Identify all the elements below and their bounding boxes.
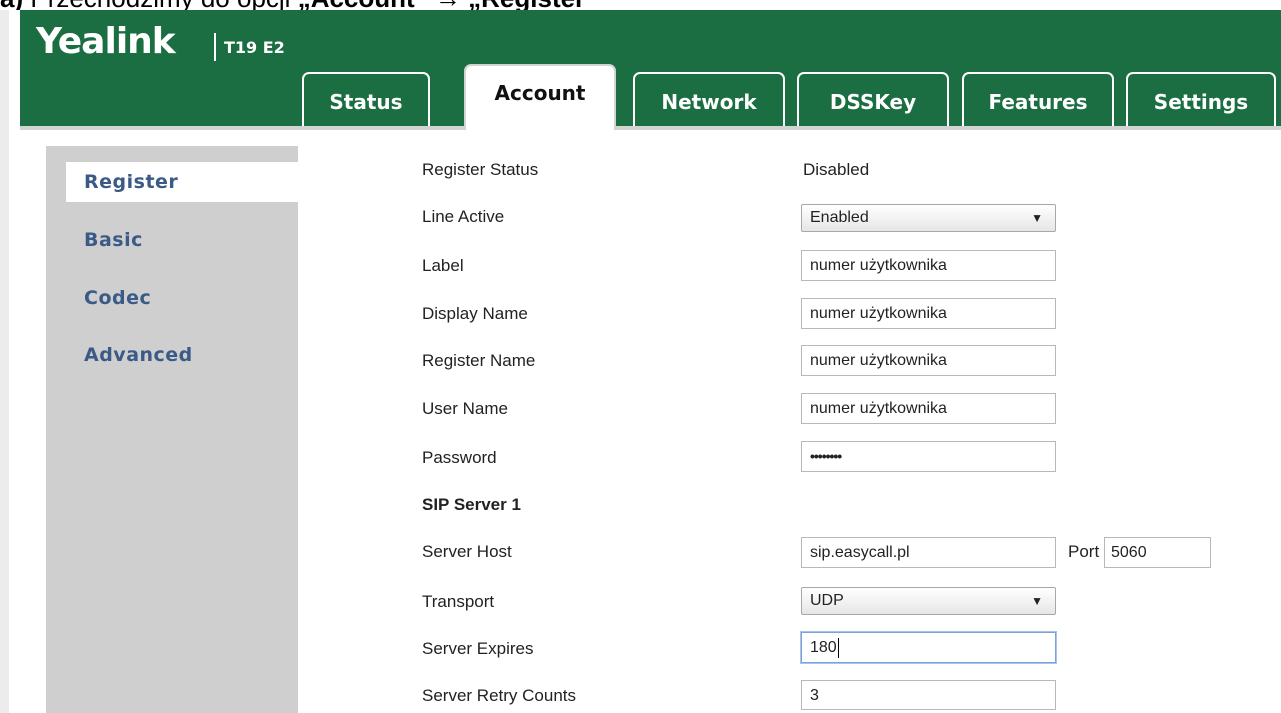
- server-retry-counts-input[interactable]: 3: [801, 680, 1056, 710]
- tab-features[interactable]: Features: [962, 72, 1114, 126]
- register-name-input[interactable]: numer użytkownika: [801, 345, 1056, 376]
- register-name-label: Register Name: [422, 351, 536, 370]
- page-left-gap: [9, 10, 20, 713]
- sip-server-section-title: SIP Server 1: [422, 495, 521, 514]
- sidebar-item-label: Advanced: [84, 344, 193, 366]
- logo-separator: [214, 33, 216, 61]
- device-model: T19 E2: [224, 38, 285, 57]
- server-expires-input[interactable]: 180: [801, 632, 1056, 663]
- sidebar-item-label: Basic: [84, 229, 143, 251]
- sidebar: Register Basic Codec Advanced: [46, 146, 324, 713]
- tab-status[interactable]: Status: [302, 72, 430, 126]
- tab-label: Settings: [1153, 90, 1249, 114]
- page-left-border: [0, 10, 9, 713]
- display-name-input[interactable]: numer użytkownika: [801, 298, 1056, 329]
- tab-label: Network: [661, 90, 757, 114]
- document-caption: a) Przechodzimy do opcji „Account” → „Re…: [0, 0, 900, 11]
- tab-label: Status: [329, 90, 403, 114]
- tab-account[interactable]: Account: [464, 64, 616, 130]
- text-cursor: [837, 637, 839, 658]
- user-name-label: User Name: [422, 399, 508, 418]
- server-host-label: Server Host: [422, 542, 512, 561]
- sidebar-item-register[interactable]: Register: [66, 162, 324, 202]
- tab-label: Features: [988, 90, 1088, 114]
- sidebar-item-advanced[interactable]: Advanced: [46, 335, 298, 375]
- label-label: Label: [422, 256, 464, 275]
- password-mask: ••••••••: [810, 448, 842, 464]
- tab-label: DSSKey: [829, 90, 917, 114]
- tab-settings[interactable]: Settings: [1126, 72, 1276, 126]
- transport-value: UDP: [810, 592, 844, 609]
- port-label: Port: [1068, 542, 1100, 561]
- user-name-input[interactable]: numer użytkownika: [801, 393, 1056, 424]
- tab-network[interactable]: Network: [633, 72, 785, 126]
- dropdown-arrow-icon: ▼: [1031, 211, 1043, 225]
- line-active-value: Enabled: [810, 209, 869, 226]
- server-expires-value: 180: [810, 639, 837, 656]
- sidebar-item-label: Register: [84, 171, 179, 193]
- sidebar-item-codec[interactable]: Codec: [46, 278, 298, 318]
- register-status-label: Register Status: [422, 160, 539, 179]
- transport-select[interactable]: UDP ▼: [801, 587, 1056, 615]
- tab-label: Account: [494, 81, 586, 105]
- server-expires-label: Server Expires: [422, 639, 534, 658]
- line-active-label: Line Active: [422, 207, 505, 226]
- password-label: Password: [422, 448, 497, 467]
- tab-dsskey[interactable]: DSSKey: [797, 72, 949, 126]
- server-host-input[interactable]: sip.easycall.pl: [801, 537, 1056, 568]
- sidebar-item-basic[interactable]: Basic: [46, 220, 298, 260]
- register-status-value: Disabled: [803, 160, 870, 179]
- transport-label: Transport: [422, 592, 495, 611]
- header-divider: [20, 126, 1281, 130]
- port-input[interactable]: 5060: [1104, 537, 1211, 568]
- dropdown-arrow-icon: ▼: [1031, 594, 1043, 608]
- brand-logo: Yealink: [36, 21, 176, 62]
- label-input[interactable]: numer użytkownika: [801, 250, 1056, 281]
- line-active-select[interactable]: Enabled ▼: [801, 204, 1056, 232]
- display-name-label: Display Name: [422, 304, 528, 323]
- password-input[interactable]: ••••••••: [801, 441, 1056, 472]
- server-retry-counts-label: Server Retry Counts: [422, 686, 576, 705]
- sidebar-item-label: Codec: [84, 287, 152, 309]
